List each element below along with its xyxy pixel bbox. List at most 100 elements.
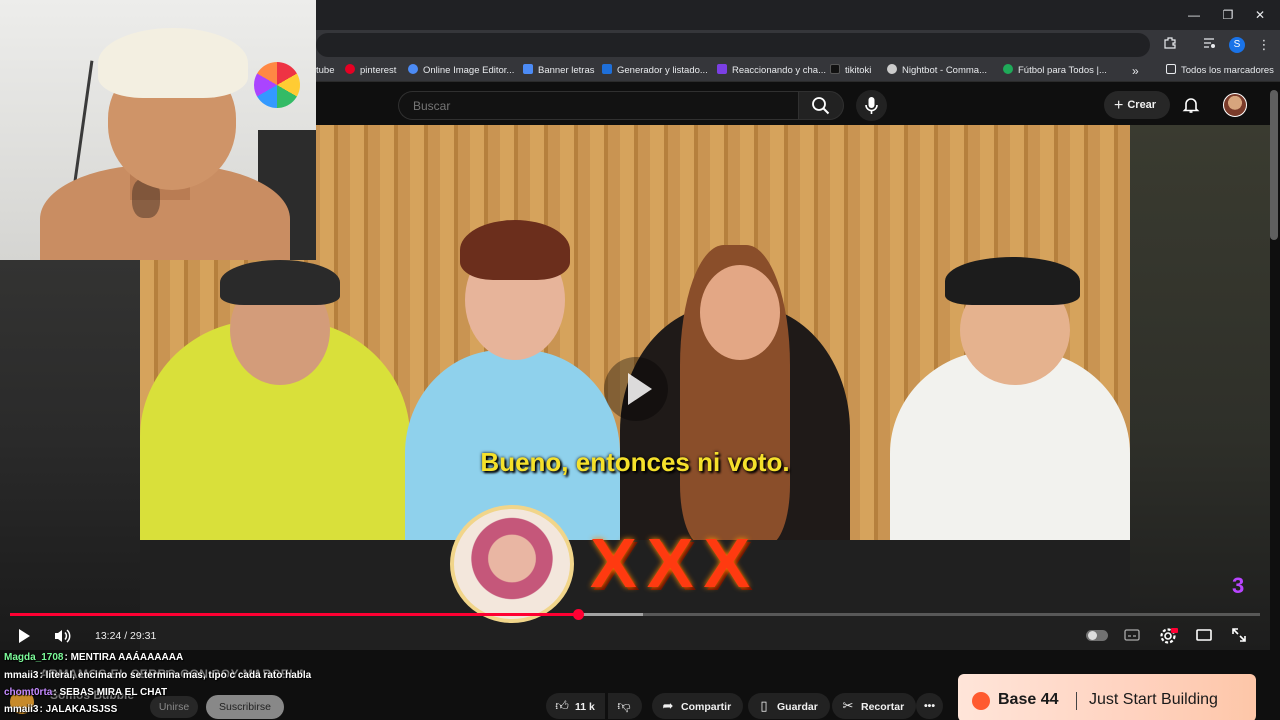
progress-scrubber[interactable]: [572, 609, 584, 620]
theater-icon: [1196, 629, 1212, 641]
mic-icon: [865, 97, 878, 114]
bookmark-item[interactable]: Nightbot - Comma...: [887, 64, 987, 78]
time-display: 13:24 / 29:31: [95, 630, 157, 642]
subtitles-icon: [1124, 629, 1140, 641]
play-button[interactable]: [14, 626, 34, 646]
bookmark-item[interactable]: Reaccionando y cha...: [717, 64, 826, 78]
volume-button[interactable]: [52, 626, 72, 646]
more-actions-button[interactable]: •••: [916, 693, 944, 719]
extensions-icon[interactable]: [1161, 36, 1179, 54]
volume-icon: [55, 629, 71, 643]
notifications-button[interactable]: [1182, 96, 1200, 114]
tiktok-icon: [830, 64, 840, 74]
clip-button[interactable]: ✂ Recortar: [832, 693, 917, 719]
chat-message: Magda_1708: MENTIRA AAÁAAAAAA: [4, 652, 183, 663]
thumbs-down-icon: 👎︎: [617, 698, 631, 713]
fullscreen-icon: [1232, 628, 1246, 642]
player-controls: 13:24 / 29:31: [0, 620, 1270, 650]
person-cap: [220, 260, 340, 305]
guest-avatar-overlay: [450, 505, 574, 623]
close-icon[interactable]: ✕: [1250, 5, 1270, 25]
progress-played: [10, 613, 578, 616]
chat-message: mmaii3: JALAKAJSJSS: [4, 704, 117, 715]
voice-search-button[interactable]: [856, 90, 887, 121]
bookmark-item[interactable]: pinterest: [345, 64, 396, 78]
gear-icon: [1160, 628, 1178, 644]
image-editor-icon: [408, 64, 418, 74]
chat-text: : literal, encima no se termina mas, tip…: [39, 670, 312, 681]
bookmarks-overflow-icon[interactable]: »: [1132, 64, 1139, 78]
pinterest-icon: [345, 64, 355, 74]
address-bar[interactable]: [316, 33, 1150, 57]
chat-text: : JALAKAJSJSS: [39, 704, 118, 715]
thumbs-up-icon: 👍︎: [555, 698, 569, 713]
football-icon: [1003, 64, 1013, 74]
chat-username: mmaii3: [4, 704, 39, 715]
webcam-prize-wheel: [254, 62, 300, 108]
create-button[interactable]: + Crear: [1104, 91, 1170, 119]
ad-brand: Base 44: [998, 691, 1059, 708]
sponsored-banner[interactable]: Base 44 Just Start Building: [958, 674, 1256, 720]
ad-tagline: Just Start Building: [1089, 691, 1218, 708]
chat-username: Magda_1708: [4, 652, 64, 663]
person-cap: [945, 257, 1080, 305]
chat-text: : SEBAS MIRA EL CHAT: [53, 687, 168, 698]
play-icon: [19, 629, 30, 643]
bookmark-icon: ▯: [760, 698, 768, 713]
bookmark-item[interactable]: Online Image Editor...: [408, 64, 514, 78]
nightbot-icon: [887, 64, 897, 74]
bell-icon: [1182, 98, 1200, 113]
streamer-webcam: [0, 0, 316, 260]
scissors-icon: ✂: [842, 698, 854, 713]
bookmark-item[interactable]: Fútbol para Todos |...: [1003, 64, 1107, 78]
screen: — ❐ ✕ ⋮ S tube pinterest Online Image Ed…: [0, 0, 1280, 720]
chat-text: : MENTIRA AAÁAAAAAA: [64, 652, 184, 663]
save-button[interactable]: ▯ Guardar: [748, 693, 830, 719]
minimize-icon[interactable]: —: [1184, 5, 1204, 25]
video-ambient-right: [1130, 125, 1270, 650]
restore-icon[interactable]: ❐: [1218, 5, 1238, 25]
banner-icon: [523, 64, 533, 74]
stream-chat-overlay: Magda_1708: MENTIRA AAÁAAAAAA mmaii3: li…: [4, 650, 424, 720]
search-button[interactable]: [798, 91, 844, 120]
base44-logo-icon: [972, 692, 990, 710]
account-avatar[interactable]: [1223, 93, 1247, 117]
browser-menu-icon[interactable]: ⋮: [1255, 36, 1273, 54]
streamer-hair: [98, 28, 248, 98]
search-icon: [812, 97, 830, 115]
settings-button[interactable]: [1158, 626, 1178, 646]
more-icon: •••: [924, 700, 936, 712]
video-subtitle: Bueno, entonces ni voto.: [480, 447, 790, 477]
share-button[interactable]: ➦ Compartir: [652, 693, 744, 719]
chat-message: mmaii3: literal, encima no se termina ma…: [4, 670, 311, 681]
page-scrollbar[interactable]: [1270, 90, 1278, 240]
bookmark-item[interactable]: Banner letras: [523, 64, 595, 78]
share-icon: ➦: [662, 698, 674, 713]
chat-username: chomt0rta: [4, 687, 53, 698]
person-hair: [460, 220, 570, 280]
profile-avatar[interactable]: S: [1229, 37, 1245, 53]
chat-message: chomt0rta: SEBAS MIRA EL CHAT: [4, 687, 167, 698]
theater-mode-button[interactable]: [1194, 626, 1214, 646]
fullscreen-button[interactable]: [1229, 626, 1249, 646]
dislike-button[interactable]: 👎︎: [608, 693, 642, 719]
plus-icon: +: [1114, 97, 1124, 114]
generator-icon: [602, 64, 612, 74]
play-overlay-icon[interactable]: [604, 357, 668, 421]
bookmark-item[interactable]: tikitoki: [830, 64, 871, 78]
autoplay-toggle[interactable]: [1086, 630, 1108, 641]
bookmark-item[interactable]: Generador y listado...: [602, 64, 708, 78]
search-input[interactable]: [399, 92, 798, 119]
bookmark-item[interactable]: tube: [316, 64, 335, 78]
like-button[interactable]: 👍︎ 11 k: [546, 693, 605, 719]
progress-bar[interactable]: [10, 609, 1260, 620]
folder-icon: [1166, 64, 1176, 74]
xxx-overlay-text: XXX: [590, 524, 761, 602]
chat-username: mmaii3: [4, 670, 39, 681]
subtitles-button[interactable]: [1122, 626, 1142, 646]
media-control-icon[interactable]: [1200, 36, 1218, 54]
twitch-icon: [717, 64, 727, 74]
all-bookmarks[interactable]: Todos los marcadores: [1166, 64, 1274, 78]
ad-divider: [1076, 692, 1077, 710]
channel-watermark-icon[interactable]: 3: [1232, 573, 1258, 599]
